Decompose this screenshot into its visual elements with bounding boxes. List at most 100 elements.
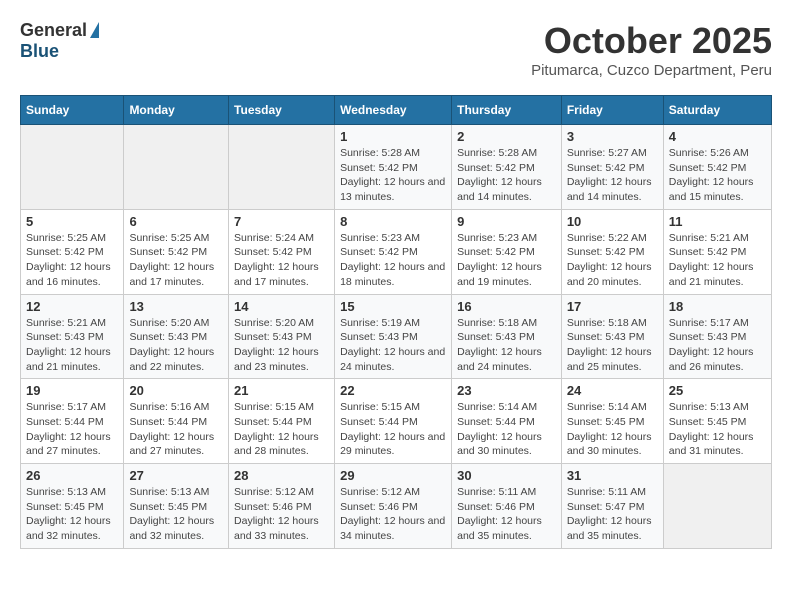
calendar-cell: 10Sunrise: 5:22 AMSunset: 5:42 PMDayligh… (561, 209, 663, 294)
day-detail: Sunrise: 5:12 AMSunset: 5:46 PMDaylight:… (340, 485, 446, 544)
day-number: 13 (129, 299, 223, 314)
day-number: 23 (457, 383, 556, 398)
logo-general-text: General (20, 20, 87, 41)
day-detail: Sunrise: 5:23 AMSunset: 5:42 PMDaylight:… (340, 231, 446, 290)
header-saturday: Saturday (663, 96, 771, 125)
day-number: 25 (669, 383, 766, 398)
calendar-cell: 17 Sunrise: 5:18 AMSunset: 5:43 PMDayligh… (561, 294, 663, 379)
day-detail: Sunrise: 5:13 AMSunset: 5:45 PMDaylight:… (669, 400, 766, 459)
calendar-cell: 20 Sunrise: 5:16 AMSunset: 5:44 PMDayligh… (124, 379, 229, 464)
day-number: 11 (669, 214, 766, 229)
day-number: 12 (26, 299, 118, 314)
calendar-cell: 13 Sunrise: 5:20 AMSunset: 5:43 PMDayligh… (124, 294, 229, 379)
month-title: October 2025 (531, 20, 772, 62)
day-number: 1 (340, 129, 446, 144)
calendar-header-row: SundayMondayTuesdayWednesdayThursdayFrid… (21, 96, 772, 125)
calendar-cell: 19 Sunrise: 5:17 AMSunset: 5:44 PMDayligh… (21, 379, 124, 464)
calendar-cell: 31 Sunrise: 5:11 AMSunset: 5:47 PMDayligh… (561, 464, 663, 549)
calendar-cell (124, 125, 229, 210)
day-number: 24 (567, 383, 658, 398)
day-number: 2 (457, 129, 556, 144)
page-header: General Blue October 2025 Pitumarca, Cuz… (20, 20, 772, 79)
day-number: 19 (26, 383, 118, 398)
calendar-cell: 8 Sunrise: 5:23 AMSunset: 5:42 PMDaylight… (335, 209, 452, 294)
day-detail: Sunrise: 5:14 AMSunset: 5:44 PMDaylight:… (457, 400, 556, 459)
calendar-week-4: 26 Sunrise: 5:13 AMSunset: 5:45 PMDayligh… (21, 464, 772, 549)
day-number: 3 (567, 129, 658, 144)
header-monday: Monday (124, 96, 229, 125)
day-detail: Sunrise: 5:17 AMSunset: 5:44 PMDaylight:… (26, 400, 118, 459)
day-detail: Sunrise: 5:21 AMSunset: 5:42 PMDaylight:… (669, 231, 766, 290)
calendar-cell: 15Sunrise: 5:19 AMSunset: 5:43 PMDayligh… (335, 294, 452, 379)
calendar-cell (21, 125, 124, 210)
calendar-cell: 9Sunrise: 5:23 AMSunset: 5:42 PMDaylight… (452, 209, 562, 294)
day-number: 20 (129, 383, 223, 398)
calendar-cell: 26 Sunrise: 5:13 AMSunset: 5:45 PMDayligh… (21, 464, 124, 549)
logo: General Blue (20, 20, 99, 62)
day-number: 27 (129, 468, 223, 483)
header-thursday: Thursday (452, 96, 562, 125)
day-number: 18 (669, 299, 766, 314)
day-number: 16 (457, 299, 556, 314)
day-detail: Sunrise: 5:11 AMSunset: 5:46 PMDaylight:… (457, 485, 556, 544)
day-detail: Sunrise: 5:18 AMSunset: 5:43 PMDaylight:… (457, 316, 556, 375)
day-number: 17 (567, 299, 658, 314)
calendar-cell: 2 Sunrise: 5:28 AMSunset: 5:42 PMDaylight… (452, 125, 562, 210)
day-detail: Sunrise: 5:13 AMSunset: 5:45 PMDaylight:… (129, 485, 223, 544)
calendar-cell: 24 Sunrise: 5:14 AMSunset: 5:45 PMDayligh… (561, 379, 663, 464)
header-friday: Friday (561, 96, 663, 125)
day-number: 30 (457, 468, 556, 483)
day-detail: Sunrise: 5:14 AMSunset: 5:45 PMDaylight:… (567, 400, 658, 459)
calendar-cell: 3 Sunrise: 5:27 AMSunset: 5:42 PMDaylight… (561, 125, 663, 210)
day-detail: Sunrise: 5:23 AMSunset: 5:42 PMDaylight:… (457, 231, 556, 290)
day-detail: Sunrise: 5:25 AMSunset: 5:42 PMDaylight:… (129, 231, 223, 290)
day-number: 22 (340, 383, 446, 398)
day-detail: Sunrise: 5:15 AMSunset: 5:44 PMDaylight:… (234, 400, 329, 459)
day-number: 31 (567, 468, 658, 483)
day-number: 8 (340, 214, 446, 229)
calendar-cell: 23 Sunrise: 5:14 AMSunset: 5:44 PMDayligh… (452, 379, 562, 464)
calendar-week-3: 19 Sunrise: 5:17 AMSunset: 5:44 PMDayligh… (21, 379, 772, 464)
calendar-cell: 25 Sunrise: 5:13 AMSunset: 5:45 PMDayligh… (663, 379, 771, 464)
day-number: 7 (234, 214, 329, 229)
day-detail: Sunrise: 5:13 AMSunset: 5:45 PMDaylight:… (26, 485, 118, 544)
day-detail: Sunrise: 5:15 AMSunset: 5:44 PMDaylight:… (340, 400, 446, 459)
title-section: October 2025 Pitumarca, Cuzco Department… (531, 20, 772, 79)
location-title: Pitumarca, Cuzco Department, Peru (531, 62, 772, 79)
calendar-cell: 16 Sunrise: 5:18 AMSunset: 5:43 PMDayligh… (452, 294, 562, 379)
day-detail: Sunrise: 5:20 AMSunset: 5:43 PMDaylight:… (234, 316, 329, 375)
calendar-cell: 5Sunrise: 5:25 AMSunset: 5:42 PMDaylight… (21, 209, 124, 294)
day-detail: Sunrise: 5:24 AMSunset: 5:42 PMDaylight:… (234, 231, 329, 290)
day-number: 10 (567, 214, 658, 229)
calendar-cell: 7 Sunrise: 5:24 AMSunset: 5:42 PMDaylight… (229, 209, 335, 294)
calendar-cell: 14 Sunrise: 5:20 AMSunset: 5:43 PMDayligh… (229, 294, 335, 379)
day-detail: Sunrise: 5:16 AMSunset: 5:44 PMDaylight:… (129, 400, 223, 459)
calendar-cell (663, 464, 771, 549)
calendar-week-0: 1 Sunrise: 5:28 AMSunset: 5:42 PMDaylight… (21, 125, 772, 210)
day-number: 21 (234, 383, 329, 398)
calendar-cell: 4Sunrise: 5:26 AMSunset: 5:42 PMDaylight… (663, 125, 771, 210)
day-detail: Sunrise: 5:20 AMSunset: 5:43 PMDaylight:… (129, 316, 223, 375)
day-number: 4 (669, 129, 766, 144)
day-detail: Sunrise: 5:11 AMSunset: 5:47 PMDaylight:… (567, 485, 658, 544)
header-wednesday: Wednesday (335, 96, 452, 125)
calendar-week-1: 5Sunrise: 5:25 AMSunset: 5:42 PMDaylight… (21, 209, 772, 294)
calendar-cell: 27 Sunrise: 5:13 AMSunset: 5:45 PMDayligh… (124, 464, 229, 549)
calendar-cell: 29Sunrise: 5:12 AMSunset: 5:46 PMDayligh… (335, 464, 452, 549)
calendar-cell: 6 Sunrise: 5:25 AMSunset: 5:42 PMDaylight… (124, 209, 229, 294)
day-detail: Sunrise: 5:28 AMSunset: 5:42 PMDaylight:… (457, 146, 556, 205)
day-number: 6 (129, 214, 223, 229)
day-detail: Sunrise: 5:27 AMSunset: 5:42 PMDaylight:… (567, 146, 658, 205)
day-number: 26 (26, 468, 118, 483)
calendar-cell (229, 125, 335, 210)
calendar-cell: 22 Sunrise: 5:15 AMSunset: 5:44 PMDayligh… (335, 379, 452, 464)
calendar-cell: 28Sunrise: 5:12 AMSunset: 5:46 PMDayligh… (229, 464, 335, 549)
day-number: 14 (234, 299, 329, 314)
calendar-cell: 21 Sunrise: 5:15 AMSunset: 5:44 PMDayligh… (229, 379, 335, 464)
day-detail: Sunrise: 5:18 AMSunset: 5:43 PMDaylight:… (567, 316, 658, 375)
calendar-cell: 12Sunrise: 5:21 AMSunset: 5:43 PMDayligh… (21, 294, 124, 379)
day-detail: Sunrise: 5:25 AMSunset: 5:42 PMDaylight:… (26, 231, 118, 290)
calendar-cell: 11 Sunrise: 5:21 AMSunset: 5:42 PMDayligh… (663, 209, 771, 294)
day-detail: Sunrise: 5:19 AMSunset: 5:43 PMDaylight:… (340, 316, 446, 375)
day-number: 28 (234, 468, 329, 483)
